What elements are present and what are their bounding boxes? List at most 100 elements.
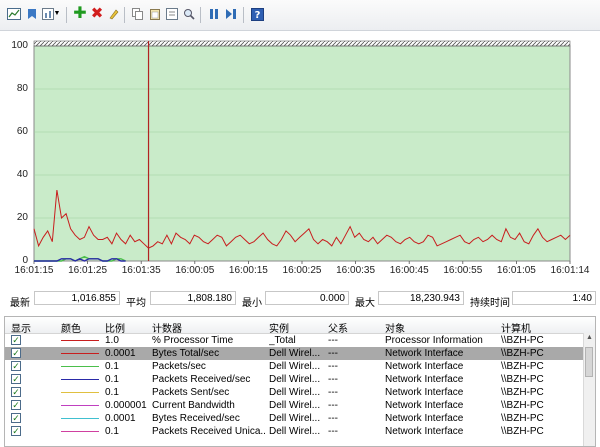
color-swatch: [61, 405, 99, 406]
properties-icon[interactable]: [164, 6, 180, 22]
average-label: 平均: [126, 298, 146, 309]
instance-cell: _Total: [269, 335, 296, 346]
scale-cell: 0.1: [105, 387, 119, 398]
object-cell: Network Interface: [385, 361, 464, 372]
parent-cell: ---: [328, 361, 338, 372]
object-cell: Network Interface: [385, 374, 464, 385]
y-tick-label: 20: [16, 212, 28, 223]
scale-cell: 0.1: [105, 426, 119, 437]
computer-cell: \\BZH-PC: [501, 348, 544, 359]
scale-cell: 0.000001: [105, 400, 147, 411]
highlight-icon[interactable]: [106, 6, 122, 22]
computer-cell: \\BZH-PC: [501, 413, 544, 424]
y-tick-label: 60: [16, 126, 28, 137]
show-checkbox[interactable]: ✓: [11, 348, 21, 358]
scroll-up-icon[interactable]: ▲: [585, 334, 594, 344]
plot-top-band: [33, 40, 571, 47]
color-swatch: [61, 379, 99, 380]
computer-cell: \\BZH-PC: [501, 426, 544, 437]
x-tick-label: 16:01:14: [550, 265, 590, 276]
instance-cell: Dell Wirel...: [269, 400, 321, 411]
parent-cell: ---: [328, 413, 338, 424]
pause-icon[interactable]: [206, 6, 222, 22]
counter-cell: % Processor Time: [152, 335, 234, 346]
color-swatch: [61, 340, 99, 341]
copy-properties-icon[interactable]: [130, 6, 146, 22]
graph-plot-area[interactable]: [0, 30, 600, 286]
x-tick-label: 16:00:45: [389, 265, 429, 276]
table-row[interactable]: ✓ 0.0001 Bytes Received/sec Dell Wirel... --…: [5, 412, 583, 425]
table-row[interactable]: ✓ 1.0 % Processor Time _Total --- Processor I…: [5, 334, 583, 347]
freeze-icon[interactable]: [24, 6, 40, 22]
instance-cell: Dell Wirel...: [269, 387, 321, 398]
last-value: 1,016.855: [34, 291, 120, 305]
show-checkbox[interactable]: ✓: [11, 400, 21, 410]
counter-cell: Bytes Received/sec: [152, 413, 240, 424]
last-label: 最新: [10, 298, 30, 309]
duration-label: 持续时间: [470, 298, 510, 309]
show-checkbox[interactable]: ✓: [11, 413, 21, 423]
y-tick-label: 80: [16, 83, 28, 94]
column-object[interactable]: 对象: [385, 320, 405, 335]
help-icon[interactable]: ?: [249, 6, 265, 22]
x-tick-label: 16:01:25: [68, 265, 108, 276]
column-computer[interactable]: 计算机: [501, 320, 531, 335]
counter-cell: Packets Received/sec: [152, 374, 251, 385]
x-tick-label: 16:00:35: [336, 265, 376, 276]
show-checkbox[interactable]: ✓: [11, 374, 21, 384]
scale-cell: 0.1: [105, 374, 119, 385]
color-swatch: [61, 353, 99, 354]
scale-cell: 1.0: [105, 335, 119, 346]
column-scale[interactable]: 比例: [105, 320, 125, 335]
counter-list: 显示 颜色 比例 计数器 实例 父系 对象 计算机 ✓ 1.0 % Processo…: [4, 316, 596, 447]
show-checkbox[interactable]: ✓: [11, 361, 21, 371]
column-instance[interactable]: 实例: [269, 320, 289, 335]
column-parent[interactable]: 父系: [328, 320, 348, 335]
instance-cell: Dell Wirel...: [269, 361, 321, 372]
svg-text:?: ?: [254, 10, 260, 21]
computer-cell: \\BZH-PC: [501, 374, 544, 385]
column-counter[interactable]: 计数器: [152, 320, 182, 335]
scroll-thumb[interactable]: [585, 347, 593, 377]
table-row[interactable]: ✓ 0.000001 Current Bandwidth Dell Wirel... -…: [5, 399, 583, 412]
zoom-icon[interactable]: [181, 6, 197, 22]
parent-cell: ---: [328, 400, 338, 411]
dropdown-icon[interactable]: ▼: [53, 6, 61, 22]
object-cell: Network Interface: [385, 387, 464, 398]
paste-list-icon[interactable]: [147, 6, 163, 22]
column-show[interactable]: 显示: [11, 320, 31, 335]
x-tick-label: 16:00:05: [175, 265, 215, 276]
toolbar: ▼ ✚ ✖ ?: [0, 0, 600, 31]
color-swatch: [61, 431, 99, 432]
graph-view-icon[interactable]: [6, 6, 22, 22]
computer-cell: \\BZH-PC: [501, 387, 544, 398]
color-swatch: [61, 392, 99, 393]
table-row[interactable]: ✓ 0.1 Packets/sec Dell Wirel... --- Network I…: [5, 360, 583, 373]
maximum-value: 18,230.943: [378, 291, 464, 305]
object-cell: Network Interface: [385, 413, 464, 424]
table-row[interactable]: ✓ 0.1 Packets Sent/sec Dell Wirel... --- Netw…: [5, 386, 583, 399]
object-cell: Network Interface: [385, 426, 464, 437]
x-tick-label: 16:00:15: [228, 265, 268, 276]
counter-cell: Packets Received Unica...: [152, 426, 266, 437]
minimum-label: 最小: [242, 298, 262, 309]
table-row[interactable]: ✓ 0.0001 Bytes Total/sec Dell Wirel... --- Ne…: [5, 347, 583, 360]
computer-cell: \\BZH-PC: [501, 400, 544, 411]
show-checkbox[interactable]: ✓: [11, 335, 21, 345]
update-data-icon[interactable]: [223, 6, 239, 22]
object-cell: Network Interface: [385, 400, 464, 411]
counter-list-scrollbar[interactable]: ▲: [583, 333, 595, 446]
object-cell: Processor Information: [385, 335, 483, 346]
table-row[interactable]: ✓ 0.1 Packets Received/sec Dell Wirel... ---…: [5, 373, 583, 386]
maximum-label: 最大: [355, 298, 375, 309]
average-value: 1,808.180: [150, 291, 236, 305]
show-checkbox[interactable]: ✓: [11, 426, 21, 436]
add-counter-icon[interactable]: ✚: [72, 6, 88, 22]
table-row[interactable]: ✓ 0.1 Packets Received Unica... Dell Wirel.…: [5, 425, 583, 438]
scale-cell: 0.0001: [105, 413, 136, 424]
delete-counter-icon[interactable]: ✖: [89, 6, 105, 22]
x-tick-label: 16:01:35: [121, 265, 161, 276]
performance-graph: 100 80 60 40 20 0 16:01:15 16:01:25 16:01:35 16:…: [0, 30, 600, 286]
show-checkbox[interactable]: ✓: [11, 387, 21, 397]
column-color[interactable]: 颜色: [61, 320, 81, 335]
